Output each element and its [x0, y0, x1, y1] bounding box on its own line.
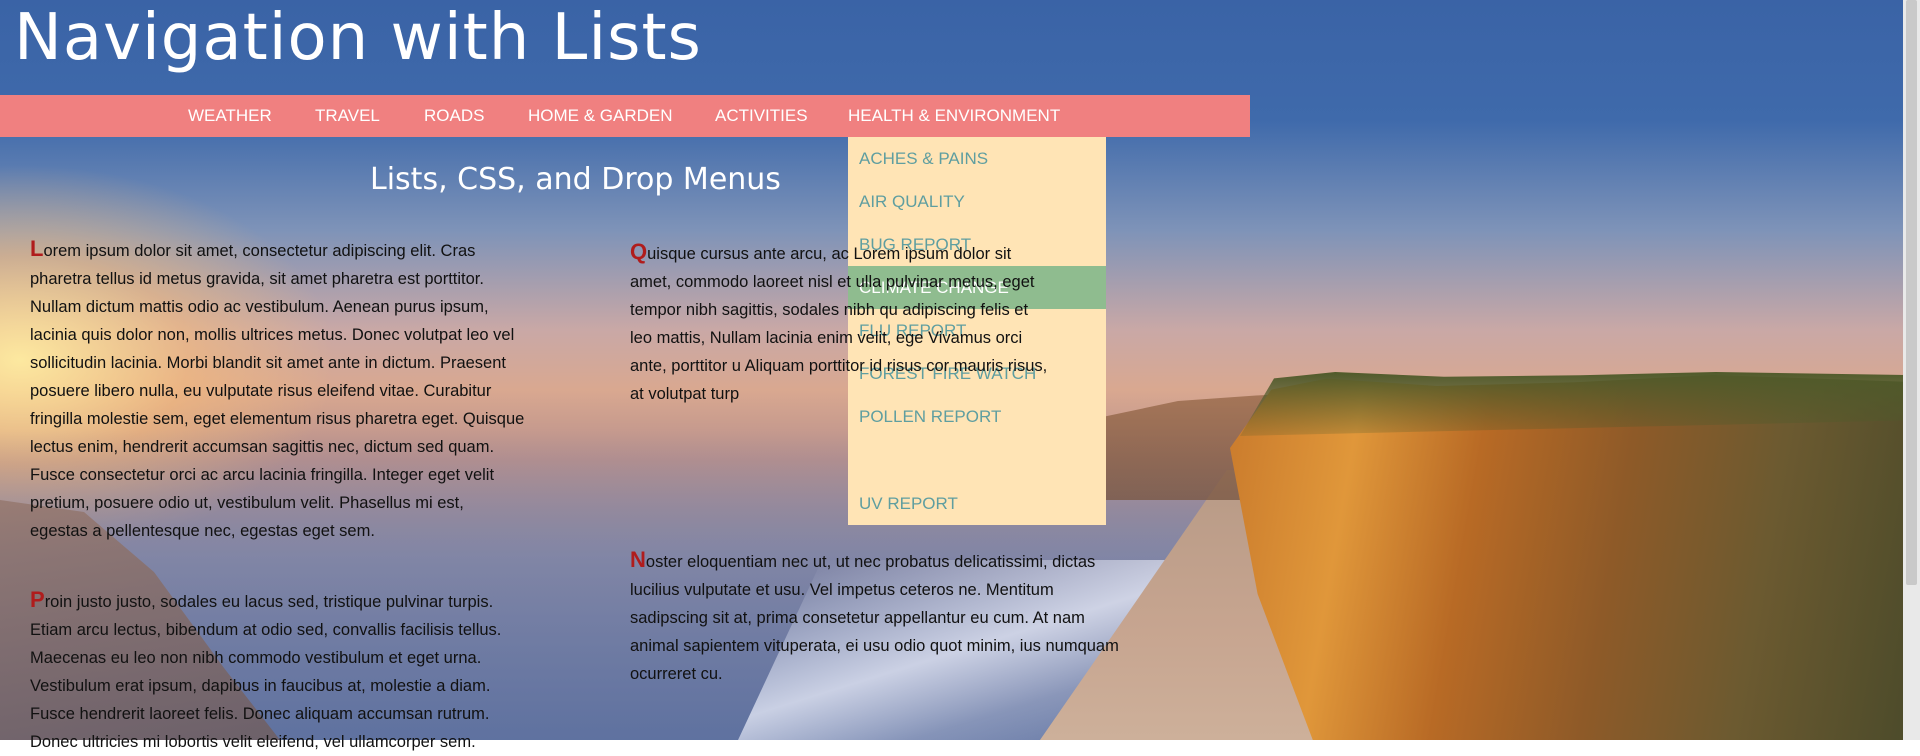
drop-cap: Q	[630, 239, 648, 264]
paragraph-lorem: Lorem ipsum dolor sit amet, consectetur …	[30, 235, 525, 545]
nav-item-roads[interactable]: ROADS	[424, 95, 484, 137]
paragraph-text: roin justo justo, sodales eu lacus sed, …	[30, 593, 502, 751]
paragraph-quisque: Quisque cursus ante arcu, ac Lorem ipsum…	[630, 238, 1050, 408]
vertical-scrollbar[interactable]	[1903, 0, 1920, 740]
dropdown-item-uv-report[interactable]: UV REPORT	[848, 482, 1106, 525]
nav-item-home-garden[interactable]: HOME & GARDEN	[528, 95, 673, 137]
drop-cap: N	[630, 547, 646, 572]
page-title: Navigation with Lists	[14, 1, 702, 75]
paragraph-text: oster eloquentiam nec ut, ut nec probatu…	[630, 553, 1119, 683]
paragraph-text: uisque cursus ante arcu, ac Lorem ipsum …	[630, 245, 1048, 403]
dropdown-item-aches-pains[interactable]: ACHES & PAINS	[848, 137, 1106, 180]
nav-item-activities[interactable]: ACTIVITIES	[715, 95, 808, 137]
dropdown-item-empty[interactable]	[848, 438, 1106, 481]
paragraph-noster: Noster eloquentiam nec ut, ut nec probat…	[630, 546, 1125, 688]
nav-item-travel[interactable]: TRAVEL	[315, 95, 380, 137]
nav-item-health-environment[interactable]: HEALTH & ENVIRONMENT	[848, 95, 1060, 137]
paragraph-proin: Proin justo justo, sodales eu lacus sed,…	[30, 586, 525, 756]
scrollbar-thumb[interactable]	[1906, 0, 1917, 585]
nav-item-weather[interactable]: WEATHER	[188, 95, 272, 137]
paragraph-text: orem ipsum dolor sit amet, consectetur a…	[30, 242, 525, 540]
dropdown-item-air-quality[interactable]: AIR QUALITY	[848, 180, 1106, 223]
drop-cap: L	[30, 236, 44, 261]
drop-cap: P	[30, 587, 45, 612]
section-heading: Lists, CSS, and Drop Menus	[370, 162, 781, 197]
main-nav: WEATHER TRAVEL ROADS HOME & GARDEN ACTIV…	[0, 95, 1250, 137]
